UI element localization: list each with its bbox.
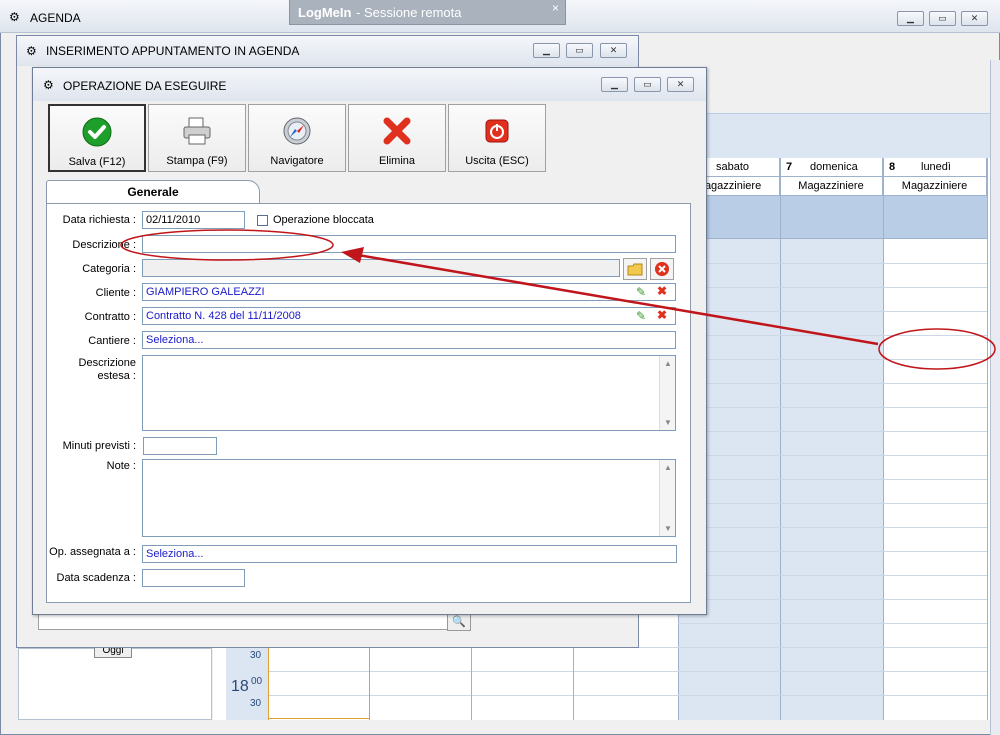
annotation-arrow-head: [341, 247, 364, 263]
annotation-ellipse-descrizione: [120, 229, 334, 261]
annotation-arrow-line: [357, 253, 879, 346]
annotation-overlay: [120, 229, 996, 370]
annotation-ellipse-calendar-slot: [878, 328, 996, 370]
